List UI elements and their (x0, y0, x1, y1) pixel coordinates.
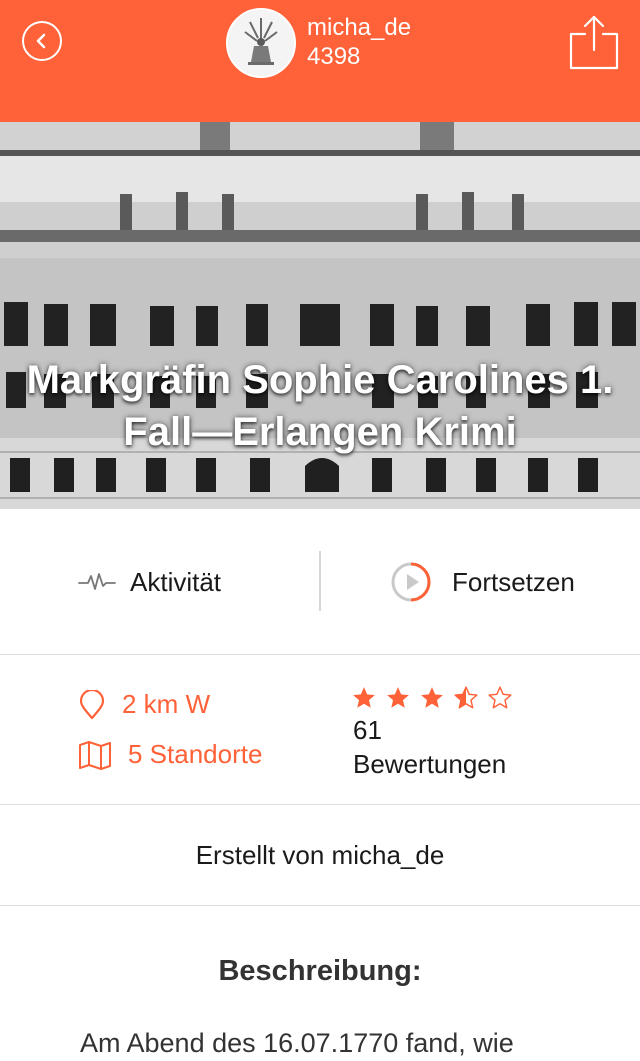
play-circle-icon (391, 562, 431, 602)
avatar-figure-icon (228, 10, 294, 76)
activity-label: Aktivität (130, 566, 222, 597)
action-divider (319, 551, 321, 611)
rating-stars (351, 685, 513, 711)
tour-title: Markgräfin Sophie Carolines 1. Fall—Erla… (26, 358, 614, 454)
star-full-icon (353, 687, 375, 708)
tour-info: 2 km W 5 Standorte 61 Bewertungen (0, 655, 640, 805)
star-half-icon (454, 686, 478, 709)
distance-info: 2 km W (78, 689, 210, 720)
continue-label: Fortsetzen (452, 566, 575, 597)
back-button[interactable] (22, 21, 62, 61)
creator-text: Erstellt von micha_de (195, 839, 445, 870)
activity-button[interactable]: Aktivität (78, 564, 221, 600)
chevron-left-icon (36, 33, 46, 49)
rating-count: 61 (353, 715, 382, 745)
action-row: Aktivität Fortsetzen (0, 509, 640, 655)
share-button[interactable] (567, 14, 621, 70)
username: micha_de (307, 14, 412, 41)
creator-row[interactable]: Erstellt von micha_de (0, 805, 640, 906)
locations-text: 5 Standorte (128, 739, 263, 769)
avatar[interactable] (226, 8, 296, 78)
star-empty-icon (488, 686, 512, 709)
app-header: micha_de 4398 (0, 0, 640, 122)
location-pin-icon (79, 689, 105, 719)
activity-pulse-icon (78, 573, 116, 590)
description-title: Beschreibung: (218, 955, 422, 987)
user-points: 4398 (307, 43, 361, 70)
locations-info[interactable]: 5 Standorte (78, 739, 262, 770)
star-full-icon (421, 687, 443, 708)
continue-button[interactable]: Fortsetzen (390, 562, 575, 602)
share-icon (569, 15, 619, 70)
rating-label: Bewertungen (353, 749, 507, 779)
map-icon (79, 740, 111, 770)
hero-banner: Markgräfin Sophie Carolines 1. Fall—Erla… (0, 122, 640, 509)
distance-text: 2 km W (122, 689, 211, 719)
star-full-icon (387, 687, 409, 708)
description-text: Am Abend des 16.07.1770 fand, wie (80, 1028, 514, 1058)
